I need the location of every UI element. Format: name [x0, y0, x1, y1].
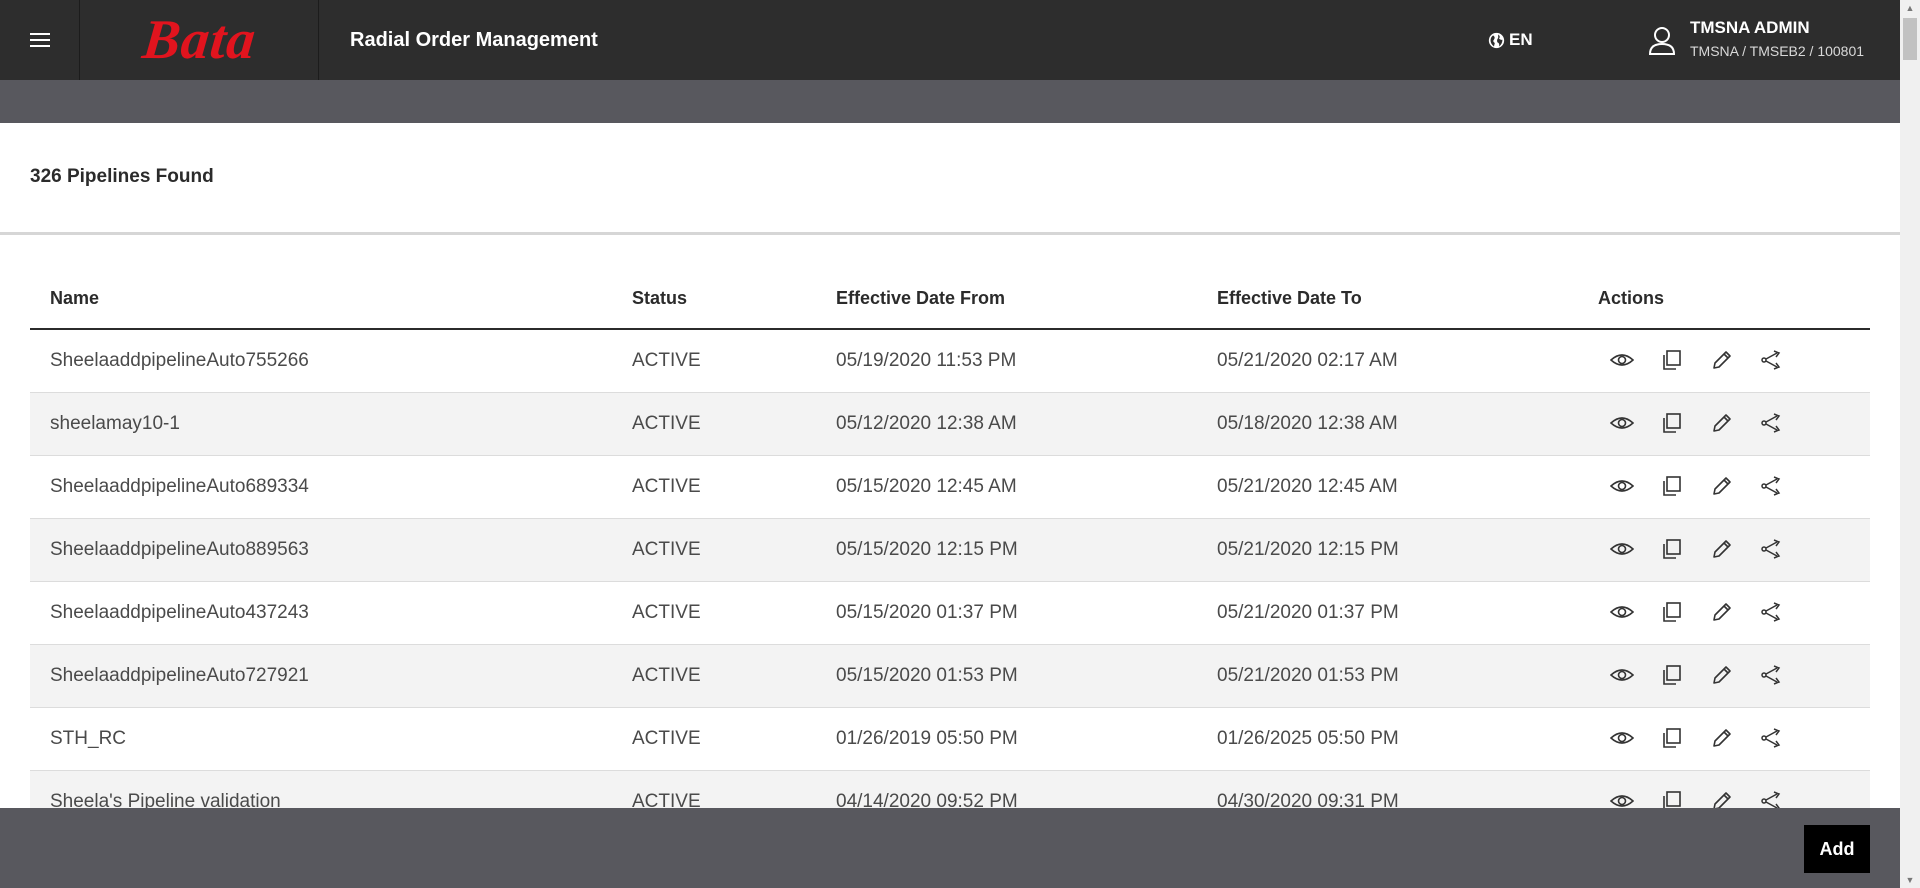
copy-icon[interactable] [1660, 726, 1684, 750]
scrollbar-thumb[interactable] [1903, 18, 1917, 60]
cell-effective-from: 05/15/2020 12:15 PM [836, 539, 1018, 560]
pencil-icon[interactable] [1710, 411, 1734, 435]
column-header-status[interactable]: Status [632, 288, 687, 309]
cell-status: ACTIVE [632, 602, 701, 623]
brand-logo[interactable]: Bata [80, 0, 319, 80]
row-actions [1610, 726, 1784, 750]
copy-icon[interactable] [1660, 411, 1684, 435]
cell-name: SheelaaddpipelineAuto755266 [50, 350, 309, 371]
pencil-icon[interactable] [1710, 726, 1734, 750]
pencil-icon[interactable] [1710, 537, 1734, 561]
table-row[interactable]: SheelaaddpipelineAuto755266 ACTIVE 05/19/2… [30, 330, 1870, 393]
cell-name: SheelaaddpipelineAuto689334 [50, 476, 309, 497]
copy-icon[interactable] [1660, 600, 1684, 624]
share-icon[interactable] [1760, 537, 1784, 561]
cell-effective-from: 01/26/2019 05:50 PM [836, 728, 1018, 749]
eye-icon[interactable] [1610, 726, 1634, 750]
cell-status: ACTIVE [632, 539, 701, 560]
cell-effective-from: 05/15/2020 12:45 AM [836, 476, 1017, 497]
eye-icon[interactable] [1610, 600, 1634, 624]
scrollbar[interactable]: ▲ ▼ [1900, 0, 1920, 888]
language-selector[interactable]: EN [1488, 0, 1533, 80]
column-header-effective-to[interactable]: Effective Date To [1217, 288, 1362, 309]
share-icon[interactable] [1760, 348, 1784, 372]
copy-icon[interactable] [1660, 537, 1684, 561]
app-title: Radial Order Management [350, 28, 598, 51]
cell-effective-to: 05/21/2020 12:45 AM [1217, 476, 1398, 497]
scroll-up-arrow[interactable]: ▲ [1900, 0, 1920, 16]
table-row[interactable]: SheelaaddpipelineAuto689334 ACTIVE 05/15/2… [30, 456, 1870, 519]
row-actions [1610, 537, 1784, 561]
cell-status: ACTIVE [632, 413, 701, 434]
table-row[interactable]: SheelaaddpipelineAuto437243 ACTIVE 05/15/2… [30, 582, 1870, 645]
pencil-icon[interactable] [1710, 348, 1734, 372]
share-icon[interactable] [1760, 600, 1784, 624]
row-actions [1610, 663, 1784, 687]
cell-name: STH_RC [50, 728, 127, 749]
hamburger-icon [29, 33, 50, 47]
share-icon[interactable] [1760, 474, 1784, 498]
column-header-name[interactable]: Name [50, 288, 99, 309]
globe-icon [1488, 32, 1505, 48]
pencil-icon[interactable] [1710, 600, 1734, 624]
table-row[interactable]: STH_RC ACTIVE 01/26/2019 05:50 PM 01/26/202… [30, 708, 1870, 771]
cell-status: ACTIVE [632, 350, 701, 371]
table-row[interactable]: SheelaaddpipelineAuto727921 ACTIVE 05/15/2… [30, 645, 1870, 708]
table-row[interactable]: SheelaaddpipelineAuto889563 ACTIVE 05/15/2… [30, 519, 1870, 582]
cell-effective-from: 05/15/2020 01:53 PM [836, 665, 1018, 686]
cell-status: ACTIVE [632, 728, 701, 749]
cell-effective-to: 01/26/2025 05:50 PM [1217, 728, 1399, 749]
cell-effective-to: 05/21/2020 12:15 PM [1217, 539, 1399, 560]
copy-icon[interactable] [1660, 663, 1684, 687]
cell-effective-to: 05/18/2020 12:38 AM [1217, 413, 1398, 434]
share-icon[interactable] [1760, 726, 1784, 750]
cell-status: ACTIVE [632, 665, 701, 686]
eye-icon[interactable] [1610, 537, 1634, 561]
eye-icon[interactable] [1610, 474, 1634, 498]
table-row[interactable]: sheelamay10-1 ACTIVE 05/12/2020 12:38 AM 05… [30, 393, 1870, 456]
copy-icon[interactable] [1660, 474, 1684, 498]
table-header: Name Status Effective Date From Effectiv… [30, 270, 1870, 330]
column-header-actions: Actions [1598, 288, 1665, 308]
eye-icon[interactable] [1610, 663, 1634, 687]
cell-status: ACTIVE [632, 476, 701, 497]
column-header-effective-from[interactable]: Effective Date From [836, 288, 1005, 309]
cell-effective-to: 05/21/2020 02:17 AM [1217, 350, 1398, 371]
share-icon[interactable] [1760, 411, 1784, 435]
pipelines-table: Name Status Effective Date From Effectiv… [30, 270, 1870, 834]
cell-name: sheelamay10-1 [50, 413, 180, 434]
app-header: Bata Radial Order Management EN TMSNA AD… [0, 0, 1900, 80]
footer-bar: Add [0, 808, 1900, 888]
user-icon[interactable] [1648, 24, 1676, 56]
row-actions [1610, 348, 1784, 372]
cell-effective-from: 05/19/2020 11:53 PM [836, 350, 1017, 371]
cell-name: SheelaaddpipelineAuto889563 [50, 539, 309, 560]
results-count: 326 Pipelines Found [30, 166, 214, 187]
pencil-icon[interactable] [1710, 474, 1734, 498]
cell-effective-to: 05/21/2020 01:37 PM [1217, 602, 1399, 623]
cell-effective-to: 05/21/2020 01:53 PM [1217, 665, 1399, 686]
share-icon[interactable] [1760, 663, 1784, 687]
cell-name: SheelaaddpipelineAuto437243 [50, 602, 309, 623]
divider [0, 232, 1900, 235]
add-button[interactable]: Add [1804, 825, 1870, 873]
pencil-icon[interactable] [1710, 663, 1734, 687]
page-header-band [0, 80, 1900, 123]
cell-effective-from: 05/12/2020 12:38 AM [836, 413, 1017, 434]
row-actions [1610, 474, 1784, 498]
user-name: TMSNA ADMIN [1690, 18, 1810, 37]
row-actions [1610, 600, 1784, 624]
row-actions [1610, 411, 1784, 435]
eye-icon[interactable] [1610, 348, 1634, 372]
eye-icon[interactable] [1610, 411, 1634, 435]
scroll-down-arrow[interactable]: ▼ [1900, 872, 1920, 888]
logo-text: Bata [139, 9, 259, 71]
menu-button[interactable] [0, 0, 80, 80]
user-org: TMSNA / TMSEB2 / 100801 [1690, 43, 1865, 59]
cell-name: SheelaaddpipelineAuto727921 [50, 665, 309, 686]
cell-effective-from: 05/15/2020 01:37 PM [836, 602, 1018, 623]
table-body: SheelaaddpipelineAuto755266 ACTIVE 05/19/2… [30, 330, 1870, 834]
language-label: EN [1509, 30, 1533, 49]
copy-icon[interactable] [1660, 348, 1684, 372]
